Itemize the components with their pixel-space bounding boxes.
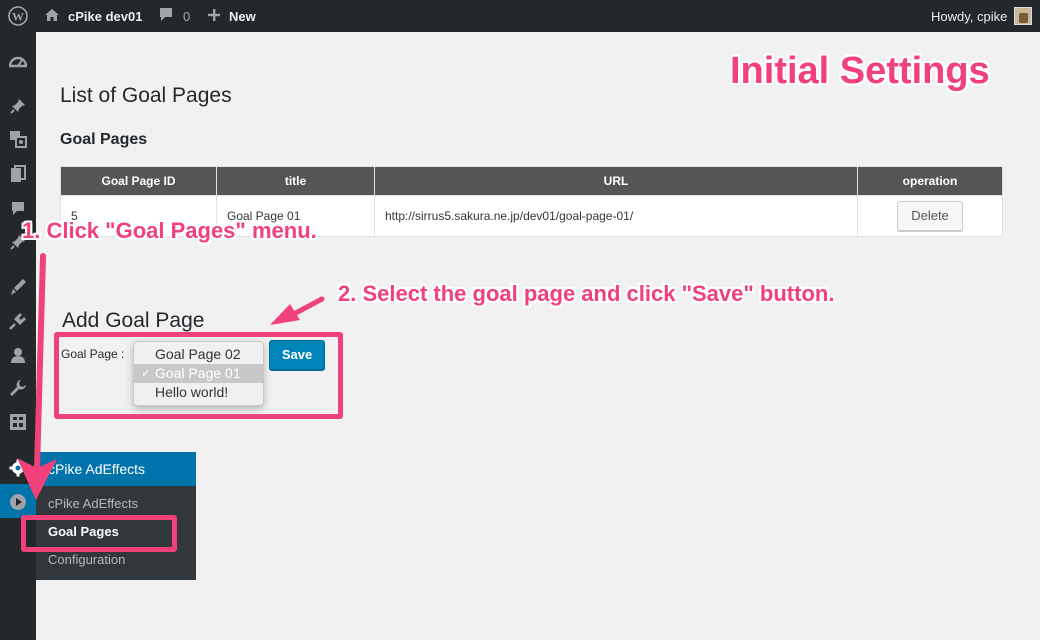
annotation-arrows	[17, 253, 325, 500]
arrow-step-1	[17, 253, 57, 500]
arrow-step-2	[270, 296, 325, 325]
